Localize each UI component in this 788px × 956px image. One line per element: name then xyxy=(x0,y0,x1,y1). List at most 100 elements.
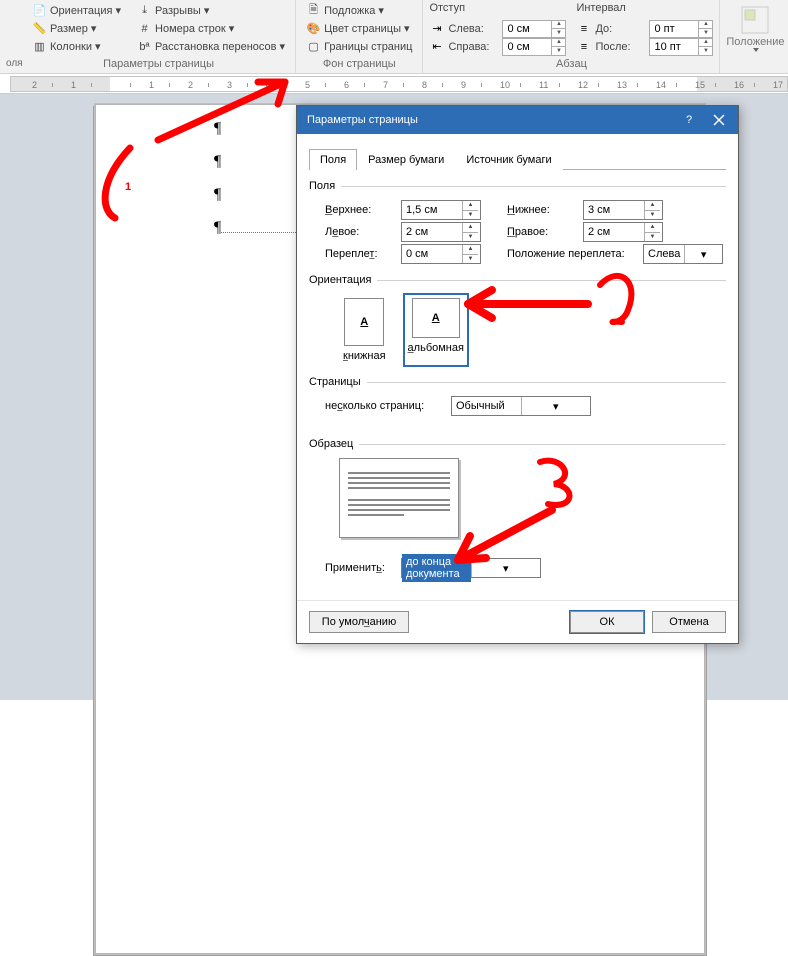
position-label: Положение xyxy=(726,36,784,48)
section-orientation: Ориентация xyxy=(309,274,371,286)
spacing-after-icon: ≡ xyxy=(576,39,591,54)
orientation-icon: 📄 xyxy=(32,3,47,18)
spacing-title: Интервал xyxy=(576,2,713,19)
margin-left-label: Левое: xyxy=(325,226,395,238)
spacing-before-icon: ≡ xyxy=(576,21,591,36)
multiple-pages-label: несколько страниц: xyxy=(325,400,445,412)
pilcrow: ¶ xyxy=(214,120,221,138)
spacing-before-input[interactable] xyxy=(650,21,698,37)
default-button[interactable]: По умолчанию xyxy=(309,611,409,633)
position-icon xyxy=(739,4,771,36)
watermark-icon: 🗎 xyxy=(306,3,321,18)
margin-top-spin[interactable]: ▲▼ xyxy=(401,200,481,220)
multiple-pages-value: Обычный xyxy=(452,400,521,412)
pilcrow: ¶ xyxy=(214,219,221,237)
portrait-label: книжная xyxy=(343,350,386,362)
position-button[interactable]: Положение xyxy=(726,2,784,54)
watermark-button[interactable]: 🗎Подложка ▾ xyxy=(302,2,416,19)
cancel-button[interactable]: Отмена xyxy=(652,611,726,633)
orientation-landscape[interactable]: A альбомная xyxy=(404,294,468,366)
page-borders-button[interactable]: ▢Границы страниц xyxy=(302,38,416,55)
apply-to-label: Применить: xyxy=(325,562,395,574)
section-fields: Поля xyxy=(309,180,335,192)
margin-right-label: Правое: xyxy=(507,226,577,238)
indent-left-input[interactable] xyxy=(503,21,551,37)
group-label-page-background: Фон страницы xyxy=(302,55,416,73)
margin-bottom-input[interactable] xyxy=(584,201,644,219)
orientation-portrait[interactable]: A книжная xyxy=(339,294,390,366)
indent-title: Отступ xyxy=(429,2,566,19)
preview-pane xyxy=(339,458,459,538)
page-color-icon: 🎨 xyxy=(306,21,321,36)
group-page-background: 🗎Подложка ▾ 🎨Цвет страницы ▾ ▢Границы ст… xyxy=(296,0,423,73)
margin-bottom-spin[interactable]: ▲▼ xyxy=(583,200,663,220)
indent-left-label: Слева: xyxy=(448,23,498,35)
indent-right-label: Справа: xyxy=(448,41,498,53)
indent-right-input[interactable] xyxy=(503,39,551,55)
chevron-down-icon: ▾ xyxy=(684,245,722,263)
breaks-button[interactable]: ⤓Разрывы ▾ xyxy=(133,2,289,19)
pilcrow: ¶ xyxy=(214,153,221,171)
size-button[interactable]: 📏Размер ▾ xyxy=(28,20,125,37)
indent-right-icon: ⇤ xyxy=(429,39,444,54)
gutter-label: Переплет: xyxy=(325,248,395,260)
tab-paper-source[interactable]: Источник бумаги xyxy=(455,149,562,170)
line-numbers-icon: # xyxy=(137,21,152,36)
columns-button[interactable]: ▥Колонки ▾ xyxy=(28,38,125,55)
tab-paper-size[interactable]: Размер бумаги xyxy=(357,149,455,170)
apply-to-value: до конца документа xyxy=(402,554,471,582)
spacing-after-spin[interactable]: ▲▼ xyxy=(649,38,713,56)
margin-right-spin[interactable]: ▲▼ xyxy=(583,222,663,242)
help-button[interactable]: ? xyxy=(674,106,704,134)
horizontal-ruler[interactable]: 211234567891011121314151617 xyxy=(0,74,788,94)
apply-to-combo[interactable]: до конца документа▾ xyxy=(401,558,541,578)
gutter-pos-label: Положение переплета: xyxy=(507,248,637,260)
spacing-after-label: После: xyxy=(595,41,645,53)
chevron-down-icon xyxy=(753,48,759,52)
chevron-down-icon: ▾ xyxy=(521,397,591,415)
indent-left-icon: ⇥ xyxy=(429,21,444,36)
group-label-paragraph: Абзац xyxy=(429,55,713,73)
dialog-titlebar[interactable]: Параметры страницы ? xyxy=(297,106,738,134)
spacing-after-input[interactable] xyxy=(650,39,698,55)
hyphenation-button[interactable]: bªРасстановка переносов ▾ xyxy=(133,38,289,55)
columns-icon: ▥ xyxy=(32,39,47,54)
chevron-down-icon: ▾ xyxy=(471,559,541,577)
margin-bottom-label: Нижнее: xyxy=(507,204,577,216)
margin-right-input[interactable] xyxy=(584,223,644,241)
group-page-setup: 📄Ориентация ▾ 📏Размер ▾ ▥Колонки ▾ ⤓Разр… xyxy=(22,0,296,73)
page-color-button[interactable]: 🎨Цвет страницы ▾ xyxy=(302,20,416,37)
hyphenation-icon: bª xyxy=(137,39,152,54)
multiple-pages-combo[interactable]: Обычный▾ xyxy=(451,396,591,416)
dialog-title: Параметры страницы xyxy=(307,114,418,126)
indent-right-spin[interactable]: ▲▼ xyxy=(502,38,566,56)
group-paragraph: Отступ ⇥ Слева: ▲▼ ⇤ Справа: ▲▼ Интервал ≡ До… xyxy=(423,0,720,73)
size-icon: 📏 xyxy=(32,21,47,36)
fields-label-trunc: оля xyxy=(6,55,16,73)
group-position: Положение xyxy=(720,0,788,73)
close-button[interactable] xyxy=(704,106,734,134)
page-borders-icon: ▢ xyxy=(306,39,321,54)
margin-left-spin[interactable]: ▲▼ xyxy=(401,222,481,242)
spacing-before-label: До: xyxy=(595,23,645,35)
indent-left-spin[interactable]: ▲▼ xyxy=(502,20,566,38)
margin-top-label: Верхнее: xyxy=(325,204,395,216)
dialog-tabs: Поля Размер бумаги Источник бумаги xyxy=(309,148,726,170)
gutter-input[interactable] xyxy=(402,245,462,263)
group-label-page-setup: Параметры страницы xyxy=(28,55,289,73)
ok-button[interactable]: ОК xyxy=(570,611,644,633)
landscape-label: альбомная xyxy=(408,342,464,354)
gutter-spin[interactable]: ▲▼ xyxy=(401,244,481,264)
gutter-pos-combo[interactable]: Слева▾ xyxy=(643,244,723,264)
line-numbers-button[interactable]: #Номера строк ▾ xyxy=(133,20,289,37)
margin-top-input[interactable] xyxy=(402,201,462,219)
gutter-pos-value: Слева xyxy=(644,248,684,260)
spacing-before-spin[interactable]: ▲▼ xyxy=(649,20,713,38)
tab-fields[interactable]: Поля xyxy=(309,149,357,170)
section-preview: Образец xyxy=(309,438,353,450)
orientation-button[interactable]: 📄Ориентация ▾ xyxy=(28,2,125,19)
breaks-icon: ⤓ xyxy=(137,3,152,18)
margin-left-input[interactable] xyxy=(402,223,462,241)
ribbon: оля 📄Ориентация ▾ 📏Размер ▾ ▥Колонки ▾ ⤓… xyxy=(0,0,788,74)
pilcrow: ¶ xyxy=(214,186,221,204)
